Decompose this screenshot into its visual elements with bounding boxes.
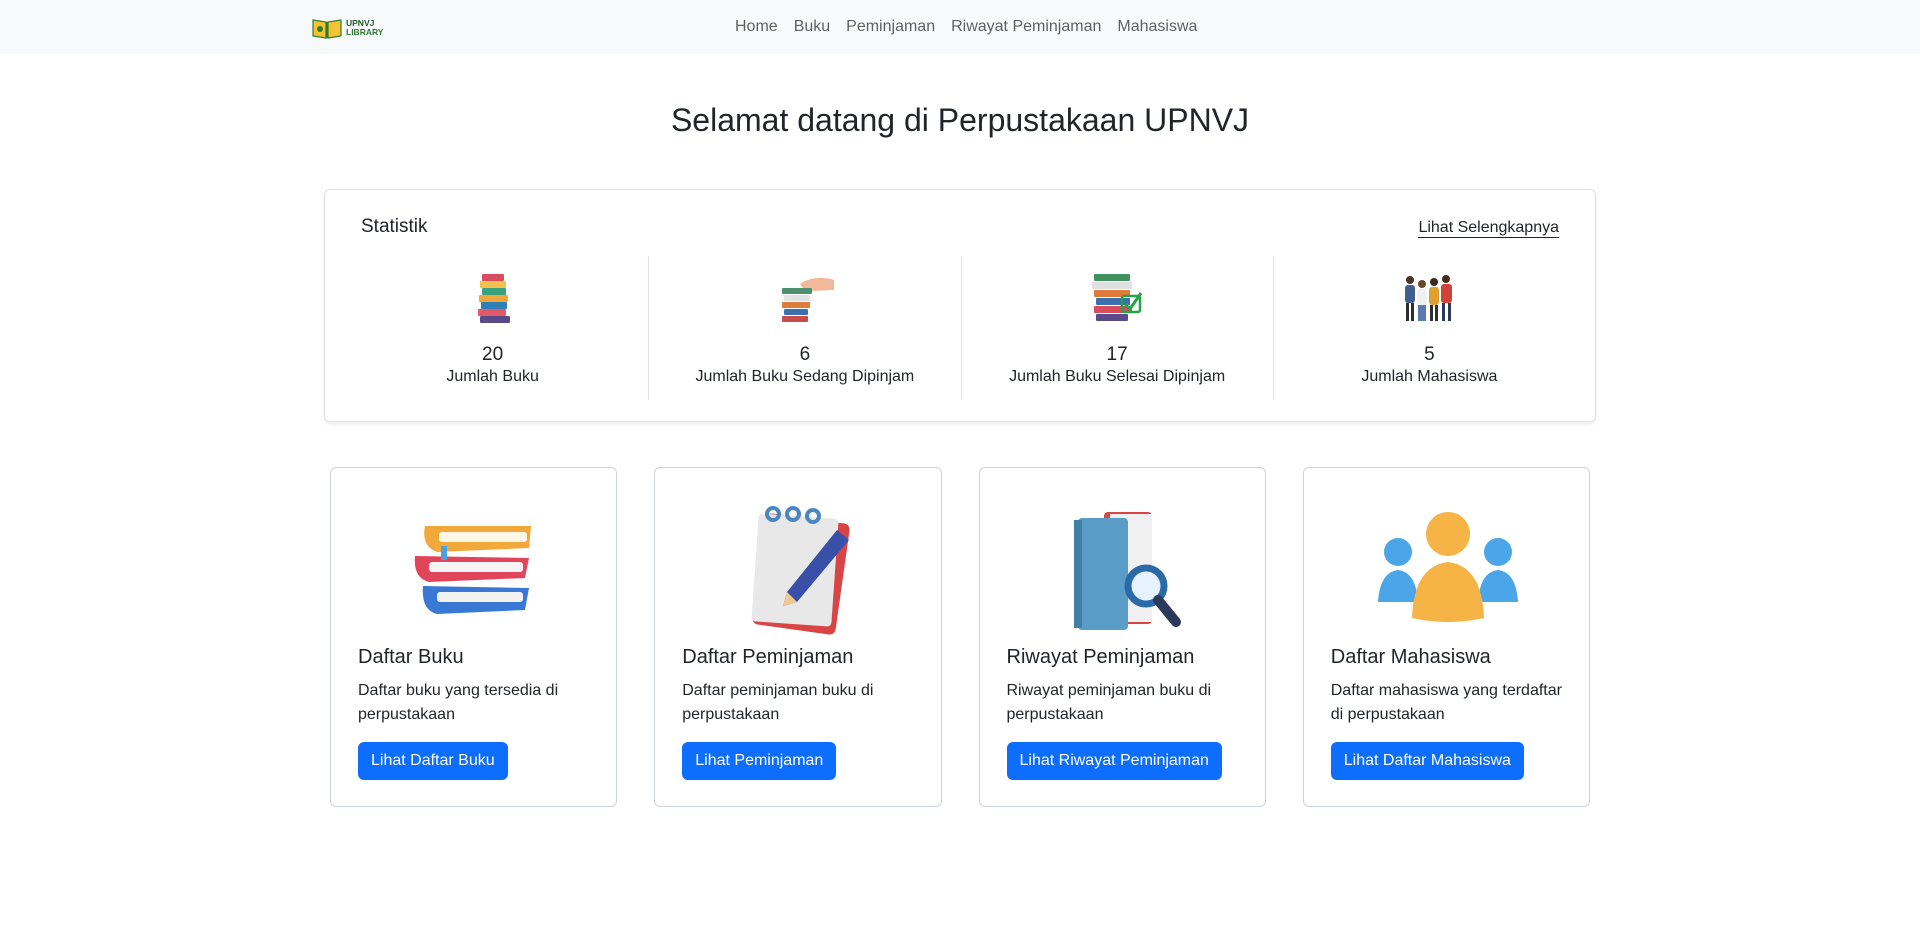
stat-value: 20 (482, 344, 504, 365)
card-text: Riwayat peminjaman buku di perpustakaan (1006, 682, 1212, 723)
stat-value: 17 (1106, 344, 1128, 365)
stats-more-link[interactable]: Lihat Selengkapnya (1418, 218, 1559, 238)
stat-jumlah-mahasiswa: 5 Jumlah Mahasiswa (1272, 256, 1585, 400)
notepad-pencil-icon (751, 506, 850, 635)
students-group-icon (1405, 275, 1453, 321)
stat-value: 6 (799, 344, 811, 365)
card-daftar-peminjaman: Daftar Peminjaman Daftar peminjaman buku… (654, 467, 942, 807)
page-title: Selamat datang di Perpustakaan UPNVJ (670, 102, 1250, 138)
lihat-daftar-mahasiswa-button[interactable]: Lihat Daftar Mahasiswa (1330, 742, 1524, 780)
card-text: Daftar peminjaman buku di perpustakaan (682, 682, 874, 723)
nav-riwayat-peminjaman[interactable]: Riwayat Peminjaman (943, 0, 1109, 54)
nav-peminjaman[interactable]: Peminjaman (838, 0, 943, 54)
navbar: UPNVJ LIBRARY Home Buku Peminjaman Riway… (0, 0, 1920, 54)
book-handover-icon (781, 277, 834, 322)
books-icon (414, 526, 531, 614)
nav-home[interactable]: Home (727, 0, 786, 54)
card-text: Daftar mahasiswa yang terdaftar di perpu… (1330, 682, 1562, 723)
stat-buku-selesai-dipinjam: 17 Jumlah Buku Selesai Dipinjam (960, 256, 1273, 400)
main-nav: Home Buku Peminjaman Riwayat Peminjaman … (727, 0, 1205, 54)
stats-title: Statistik (361, 216, 428, 237)
users-icon (1377, 512, 1518, 622)
books-checked-icon (1092, 274, 1143, 321)
lihat-peminjaman-button[interactable]: Lihat Peminjaman (682, 742, 837, 780)
feature-cards: Daftar Buku Daftar buku yang tersedia di… (330, 467, 1590, 807)
card-daftar-mahasiswa: Daftar Mahasiswa Daftar mahasiswa yang t… (1302, 467, 1590, 807)
stat-jumlah-buku: 20 Jumlah Buku (337, 256, 648, 400)
stat-label: Jumlah Buku Sedang Dipinjam (695, 368, 915, 385)
card-title: Riwayat Peminjaman (1006, 646, 1195, 668)
nav-buku[interactable]: Buku (786, 0, 838, 54)
brand-line2: LIBRARY (346, 27, 384, 37)
stat-value: 5 (1424, 344, 1435, 365)
brand-logo[interactable]: UPNVJ LIBRARY (312, 15, 384, 41)
book-search-icon (1073, 512, 1181, 630)
book-logo-icon (312, 19, 342, 39)
card-text: Daftar buku yang tersedia di perpustakaa… (358, 682, 559, 723)
book-stack-icon (477, 274, 510, 323)
stats-row: 20 Jumlah Buku 6 Jumlah Buku Sedang Dipi… (337, 256, 1585, 400)
stat-label: Jumlah Mahasiswa (1361, 368, 1498, 385)
stat-buku-sedang-dipinjam: 6 Jumlah Buku Sedang Dipinjam (648, 256, 960, 400)
card-daftar-buku: Daftar Buku Daftar buku yang tersedia di… (330, 467, 618, 807)
lihat-riwayat-peminjaman-button[interactable]: Lihat Riwayat Peminjaman (1006, 742, 1222, 780)
stat-label: Jumlah Buku Selesai Dipinjam (1009, 368, 1226, 385)
brand-text: UPNVJ LIBRARY (346, 19, 383, 37)
stats-card: Statistik Lihat Selengkapnya 20 Jumlah B… (324, 189, 1596, 422)
stat-label: Jumlah Buku (446, 368, 539, 385)
card-title: Daftar Peminjaman (682, 646, 854, 668)
card-title: Daftar Buku (358, 646, 464, 668)
nav-mahasiswa[interactable]: Mahasiswa (1109, 0, 1205, 54)
card-title: Daftar Mahasiswa (1330, 646, 1491, 668)
lihat-daftar-buku-button[interactable]: Lihat Daftar Buku (358, 742, 508, 780)
card-riwayat-peminjaman: Riwayat Peminjaman Riwayat peminjaman bu… (978, 467, 1266, 807)
